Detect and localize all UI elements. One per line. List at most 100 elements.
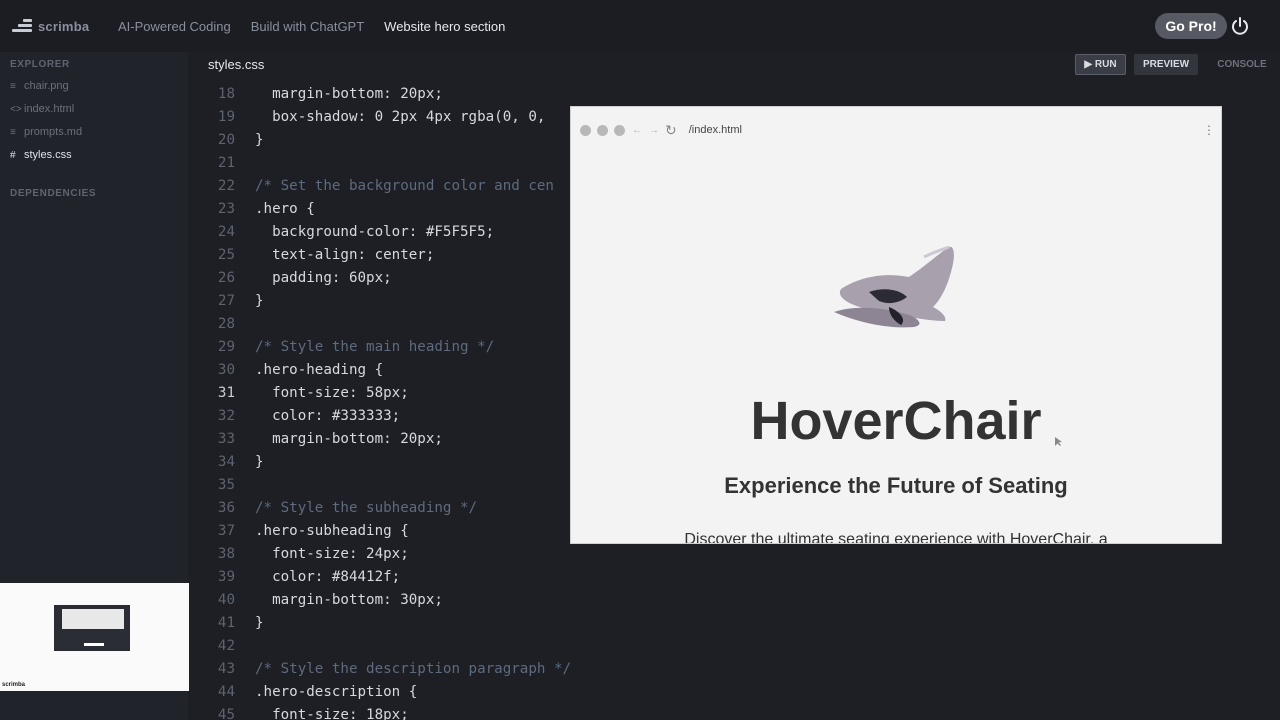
- more-options-icon[interactable]: ⋮: [1203, 123, 1215, 137]
- code-text: padding: 60px;: [255, 270, 392, 286]
- line-number: 31: [217, 385, 235, 401]
- code-text: /* Set the background color and cen: [255, 178, 554, 194]
- code-line[interactable]: 43 /* Style the description paragraph */: [188, 658, 1280, 681]
- top-bar: scrimba AI-Powered Coding Build with Cha…: [0, 0, 1280, 52]
- code-text: color: #333333;: [255, 408, 401, 424]
- line-number: 37: [217, 523, 235, 539]
- preview-toolbar: ← → ↻ /index.html ⋮: [571, 107, 1221, 153]
- code-text: .hero-heading {: [255, 362, 384, 378]
- thumbnail-logo: scrimba: [2, 682, 26, 688]
- code-text: .hero-subheading {: [255, 523, 409, 539]
- window-dot-icon[interactable]: [597, 124, 608, 136]
- back-arrow-icon[interactable]: ←: [632, 125, 642, 136]
- code-line[interactable]: 40 margin-bottom: 30px;: [188, 589, 1280, 612]
- code-text: background-color: #F5F5F5;: [255, 224, 495, 240]
- line-number: 39: [217, 569, 235, 585]
- line-number: 18: [217, 86, 235, 102]
- line-number: 24: [217, 224, 235, 240]
- file-name: index.html: [24, 103, 75, 115]
- line-number: 44: [217, 684, 235, 700]
- line-number: 25: [217, 247, 235, 263]
- code-text: font-size: 24px;: [255, 546, 409, 562]
- file-icon: ≡: [10, 127, 16, 138]
- code-line[interactable]: 39 color: #84412f;: [188, 566, 1280, 589]
- code-text: /* Style the main heading */: [255, 339, 495, 355]
- file-name: prompts.md: [24, 126, 83, 138]
- line-number: 30: [217, 362, 235, 378]
- thumbnail-screen: [54, 605, 130, 651]
- code-text: }: [255, 454, 264, 470]
- file-prompts-md[interactable]: ≡ prompts.md: [0, 121, 188, 144]
- line-number: 36: [217, 500, 235, 516]
- code-text: }: [255, 132, 264, 148]
- run-button[interactable]: ▶ RUN: [1075, 54, 1126, 75]
- breadcrumb-module[interactable]: Build with ChatGPT: [251, 19, 364, 34]
- preview-url[interactable]: /index.html: [689, 124, 742, 136]
- file-name: chair.png: [24, 80, 69, 92]
- explorer-heading: EXPLORER: [10, 59, 70, 70]
- code-text: .hero {: [255, 201, 315, 217]
- code-line[interactable]: 44 .hero-description {: [188, 681, 1280, 704]
- preview-button[interactable]: PREVIEW: [1134, 54, 1198, 75]
- dependencies-heading[interactable]: DEPENDENCIES: [0, 184, 188, 204]
- console-button[interactable]: CONSOLE: [1210, 54, 1274, 75]
- scrimba-app: scrimba AI-Powered Coding Build with Cha…: [0, 0, 1280, 720]
- window-dot-icon[interactable]: [580, 124, 591, 136]
- line-number: 21: [217, 155, 235, 171]
- code-line[interactable]: 42: [188, 635, 1280, 658]
- editor-file-tab[interactable]: styles.css: [208, 57, 264, 72]
- line-number: 27: [217, 293, 235, 309]
- line-number: 32: [217, 408, 235, 424]
- code-line[interactable]: 45 font-size: 18px;: [188, 704, 1280, 720]
- line-number: 40: [217, 592, 235, 608]
- css-file-icon: #: [10, 150, 16, 161]
- thumbnail-bar: [84, 643, 104, 646]
- forward-arrow-icon[interactable]: →: [649, 125, 659, 136]
- line-number: 42: [217, 638, 235, 654]
- file-name: styles.css: [24, 149, 72, 161]
- reload-icon[interactable]: ↻: [665, 122, 677, 139]
- file-index-html[interactable]: <> index.html: [0, 98, 188, 121]
- line-number: 19: [217, 109, 235, 125]
- code-text: margin-bottom: 30px;: [255, 592, 443, 608]
- logo-icon: [12, 18, 32, 34]
- file-chair-png[interactable]: ≡ chair.png: [0, 75, 188, 98]
- code-text: }: [255, 293, 264, 309]
- scrim-thumbnail[interactable]: scrimba: [0, 583, 189, 691]
- line-number: 45: [217, 707, 235, 720]
- logo-text: scrimba: [38, 18, 90, 34]
- line-number: 35: [217, 477, 235, 493]
- mouse-cursor-icon: [1055, 437, 1062, 446]
- preview-window: ← → ↻ /index.html ⋮ HoverChair Experienc…: [570, 106, 1222, 544]
- hero-description: Discover the ultimate seating experience…: [684, 531, 1108, 544]
- line-number: 28: [217, 316, 235, 332]
- code-text: color: #84412f;: [255, 569, 401, 585]
- line-number: 26: [217, 270, 235, 286]
- line-number: 41: [217, 615, 235, 631]
- line-number: 34: [217, 454, 235, 470]
- hover-chair-image: [834, 245, 954, 328]
- line-number: 29: [217, 339, 235, 355]
- code-line[interactable]: 41}: [188, 612, 1280, 635]
- file-styles-css[interactable]: # styles.css: [0, 144, 188, 167]
- power-icon[interactable]: [1230, 16, 1250, 36]
- code-line[interactable]: 18 margin-bottom: 20px;: [188, 83, 1280, 106]
- code-text: font-size: 18px;: [255, 707, 409, 720]
- window-dot-icon[interactable]: [614, 124, 625, 136]
- html-file-icon: <>: [10, 104, 22, 115]
- scrimba-logo[interactable]: scrimba: [12, 18, 98, 34]
- breadcrumb-lesson[interactable]: Website hero section: [384, 19, 505, 34]
- line-number: 38: [217, 546, 235, 562]
- code-line[interactable]: 38 font-size: 24px;: [188, 543, 1280, 566]
- line-number: 23: [217, 201, 235, 217]
- hero-heading: HoverChair: [750, 391, 1042, 451]
- line-number: 43: [217, 661, 235, 677]
- code-text: .hero-description {: [255, 684, 418, 700]
- hero-subheading: Experience the Future of Seating: [724, 473, 1068, 498]
- thumbnail-preview: [62, 609, 124, 629]
- breadcrumb-course[interactable]: AI-Powered Coding: [118, 19, 231, 34]
- line-number: 20: [217, 132, 235, 148]
- go-pro-button[interactable]: Go Pro!: [1155, 13, 1227, 39]
- code-text: }: [255, 615, 264, 631]
- code-text: /* Style the description paragraph */: [255, 661, 572, 677]
